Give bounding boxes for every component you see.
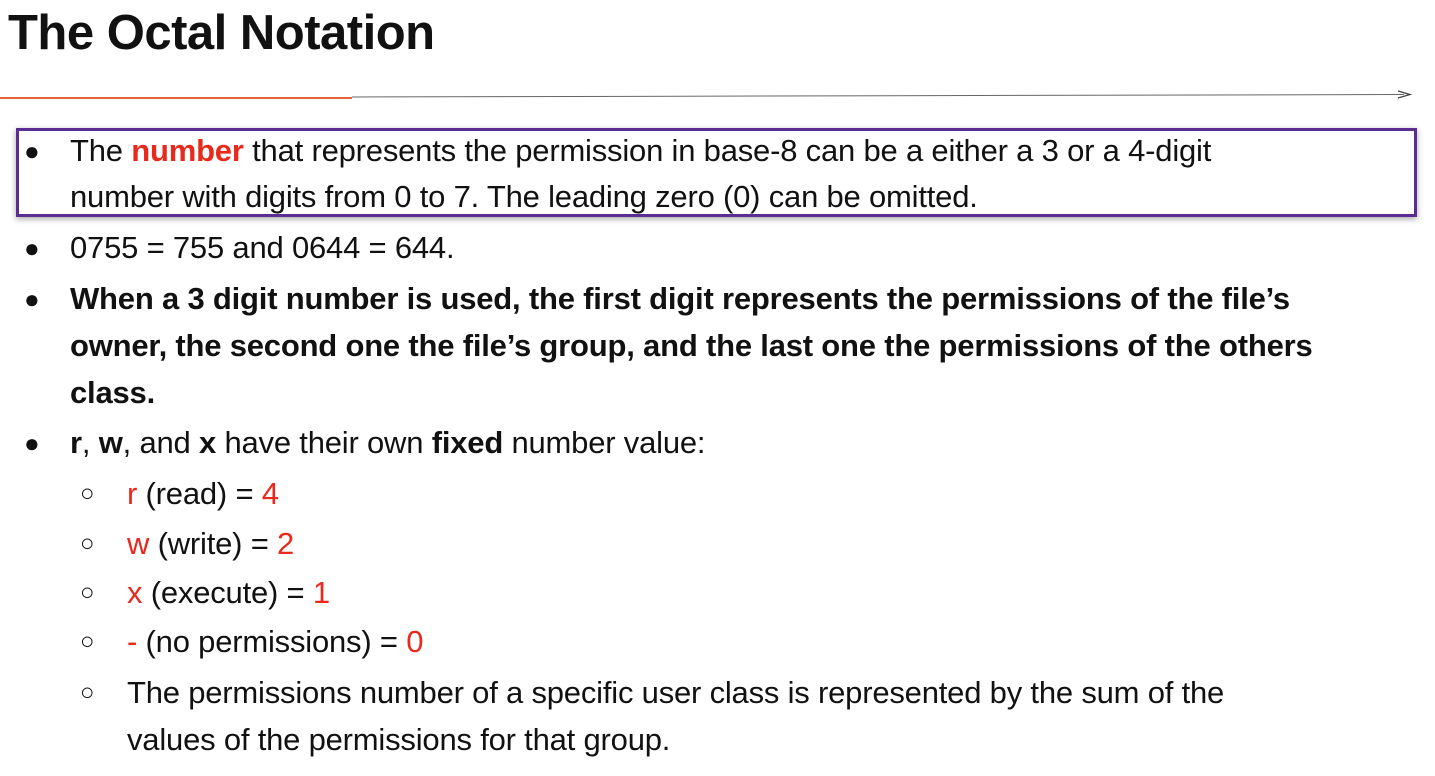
sub-item-write: w (write) = 2 [127, 526, 295, 561]
slide-title: The Octal Notation [8, 6, 435, 60]
bullet-marker: ● [24, 428, 40, 458]
bullet-1-line-1: The number that represents the permissio… [70, 133, 1212, 168]
bullet-marker: ● [24, 284, 40, 314]
bullet-3-line-1: When a 3 digit number is used, the first… [70, 281, 1290, 316]
bullet-3-line-3: class. [70, 375, 155, 410]
sub-item-sum-line-2: values of the permissions for that group… [127, 722, 671, 757]
sub-bullet-marker: ○ [80, 628, 95, 655]
number-emphasis: number [131, 133, 244, 168]
sub-item-execute: x (execute) = 1 [127, 575, 330, 610]
sub-bullet-marker: ○ [80, 480, 95, 507]
sub-bullet-marker: ○ [80, 579, 95, 606]
sub-item-no-permissions: - (no permissions) = 0 [127, 624, 424, 659]
bullet-1-line-2: number with digits from 0 to 7. The lead… [70, 179, 978, 214]
bullet-2-text: 0755 = 755 and 0644 = 644. [70, 230, 455, 265]
bullet-marker: ● [24, 233, 40, 263]
sub-item-sum-line-1: The permissions number of a specific use… [127, 675, 1225, 710]
bullet-marker: ● [24, 136, 40, 166]
divider-line [351, 94, 1405, 98]
bullet-3-line-2: owner, the second one the file’s group, … [70, 328, 1313, 363]
sub-bullet-marker: ○ [80, 679, 95, 706]
sub-item-read: r (read) = 4 [127, 476, 279, 511]
bullet-4-text: r, w, and x have their own fixed number … [70, 425, 706, 460]
sub-bullet-marker: ○ [80, 530, 95, 557]
title-divider [0, 90, 1413, 99]
